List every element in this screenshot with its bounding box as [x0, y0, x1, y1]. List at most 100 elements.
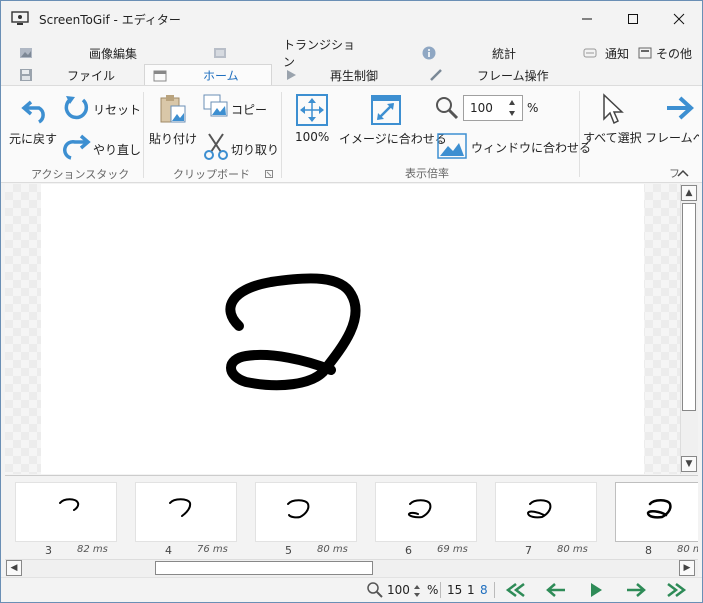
paste-button[interactable]: 貼り付け — [149, 92, 199, 152]
status-bar: 100 % 15 1 8 — [1, 577, 702, 602]
double-arrow-left-icon — [505, 583, 525, 597]
tab-transition[interactable]: トランジション — [213, 38, 363, 69]
scroll-right-button[interactable]: ▶ — [679, 560, 695, 576]
vertical-scrollbar[interactable]: ▲ ▼ — [680, 184, 698, 474]
editor-window: ScreenToGif - エディター 画像編集 トランジション 統計 通知 そ… — [0, 0, 703, 603]
tab-file[interactable]: ファイル — [19, 64, 129, 86]
frame-number: 5 — [285, 544, 292, 557]
status-total-frames: 15 — [447, 583, 463, 597]
frame-item[interactable]: 7 80 ms — [495, 482, 597, 558]
frame-thumbnail — [135, 482, 237, 542]
tab-playback[interactable]: 再生制御 — [284, 64, 404, 86]
next-frame-button[interactable] — [621, 580, 651, 600]
frame-item[interactable]: 5 80 ms — [255, 482, 357, 558]
notification-icon — [583, 48, 597, 58]
frame-delay: 69 ms — [437, 544, 468, 555]
frame-item[interactable]: 6 69 ms — [375, 482, 477, 558]
info-icon — [422, 46, 436, 60]
copy-label: コピー — [231, 103, 268, 117]
scroll-thumb[interactable] — [155, 561, 373, 575]
redo-icon — [63, 134, 91, 160]
frame-canvas[interactable] — [41, 184, 644, 474]
zoom-input[interactable]: 100 — [463, 95, 523, 121]
tab-notification[interactable]: 通知 — [583, 42, 633, 64]
frame-delay: 80 ms — [557, 544, 588, 555]
magnifier-icon — [367, 582, 383, 598]
frame-number: 7 — [525, 544, 532, 557]
reset-button[interactable]: リセット — [63, 94, 141, 120]
tab-other[interactable]: その他 — [638, 42, 698, 64]
cursor-icon — [603, 93, 624, 125]
group-label-action-stack: アクションスタック — [31, 168, 130, 181]
collapse-ribbon-icon[interactable] — [677, 169, 689, 177]
horizontal-scrollbar[interactable]: ◀ ▶ — [5, 559, 698, 577]
tab-image-edit[interactable]: 画像編集 — [19, 42, 149, 64]
reset-icon — [64, 96, 89, 120]
frame-delay: 82 ms — [77, 544, 108, 555]
group-label-clipboard: クリップボード — [173, 168, 250, 181]
paste-label: 貼り付け — [149, 132, 198, 146]
zoom-stepper-icon[interactable] — [413, 584, 421, 598]
ribbon-separator — [143, 92, 144, 178]
frame-list: 3 82 ms 4 76 ms 5 80 ms 6 69 ms 7 80 ms … — [5, 475, 698, 559]
tab-statistics[interactable]: 統計 — [422, 42, 532, 64]
select-all-label: すべて選択 — [583, 131, 642, 145]
fit-window-button[interactable]: ウィンドウに合わせる — [437, 133, 591, 159]
scroll-thumb[interactable] — [682, 203, 696, 411]
double-arrow-right-icon — [667, 583, 687, 597]
window-title: ScreenToGif - エディター — [39, 13, 181, 27]
home-icon — [153, 70, 167, 82]
close-icon — [673, 13, 685, 25]
undo-button[interactable]: 元に戻す — [9, 92, 61, 148]
frame-item[interactable]: 4 76 ms — [135, 482, 237, 558]
scroll-down-button[interactable]: ▼ — [681, 456, 697, 472]
tab-row-upper: 画像編集 トランジション 統計 通知 その他 — [1, 38, 702, 69]
app-icon — [11, 11, 29, 25]
cut-button[interactable]: 切り取り — [203, 132, 279, 160]
frame-number: 4 — [165, 544, 172, 557]
zoom-stepper-icon[interactable] — [508, 99, 516, 117]
minimize-icon — [582, 18, 592, 20]
zoom-unit-label: % — [527, 101, 539, 115]
zoom-100-button[interactable]: 100% — [293, 92, 333, 152]
maximize-button[interactable] — [610, 1, 656, 37]
reset-label: リセット — [93, 103, 142, 117]
save-icon — [20, 69, 32, 81]
frame-thumbnail — [15, 482, 117, 542]
select-all-button[interactable]: すべて選択 — [583, 91, 643, 151]
frame-item-selected[interactable]: 8 80 m — [615, 482, 698, 558]
undo-label: 元に戻す — [9, 132, 58, 146]
arrow-left-icon — [546, 583, 565, 597]
previous-frame-button[interactable] — [541, 580, 571, 600]
scissors-icon — [204, 133, 228, 160]
redo-button[interactable]: やり直し — [63, 132, 141, 160]
dialog-launcher-icon[interactable] — [265, 170, 273, 178]
play-icon — [287, 70, 296, 80]
pencil-icon — [430, 69, 442, 81]
play-button[interactable] — [581, 580, 611, 600]
scroll-up-button[interactable]: ▲ — [681, 185, 697, 201]
tab-frame-operations[interactable]: フレーム操作 — [429, 64, 559, 86]
arrow-right-icon — [627, 583, 646, 597]
status-separator — [440, 582, 441, 598]
play-icon — [591, 583, 602, 597]
tab-home[interactable]: ホーム — [144, 64, 272, 86]
last-frame-button[interactable] — [661, 580, 691, 600]
canvas-area — [5, 184, 680, 474]
first-frame-button[interactable] — [501, 580, 531, 600]
status-selected-count: 1 — [467, 583, 475, 597]
frame-number: 3 — [45, 544, 52, 557]
frame-thumbnail — [255, 482, 357, 542]
frame-item[interactable]: 3 82 ms — [15, 482, 117, 558]
fit-image-label: イメージに合わせる — [339, 132, 447, 146]
tab-row-lower: ファイル ホーム 再生制御 フレーム操作 — [1, 64, 702, 86]
scroll-left-button[interactable]: ◀ — [6, 560, 22, 576]
minimize-button[interactable] — [564, 1, 610, 37]
close-button[interactable] — [656, 1, 702, 37]
status-zoom-value[interactable]: 100 — [387, 583, 410, 597]
fit-image-button[interactable]: イメージに合わせる — [339, 92, 447, 152]
zoom-100-label: 100% — [295, 130, 330, 144]
go-to-frame-button[interactable]: フレームへ — [643, 91, 699, 151]
copy-button[interactable]: コピー — [203, 94, 273, 120]
status-current-frame: 8 — [480, 583, 488, 597]
